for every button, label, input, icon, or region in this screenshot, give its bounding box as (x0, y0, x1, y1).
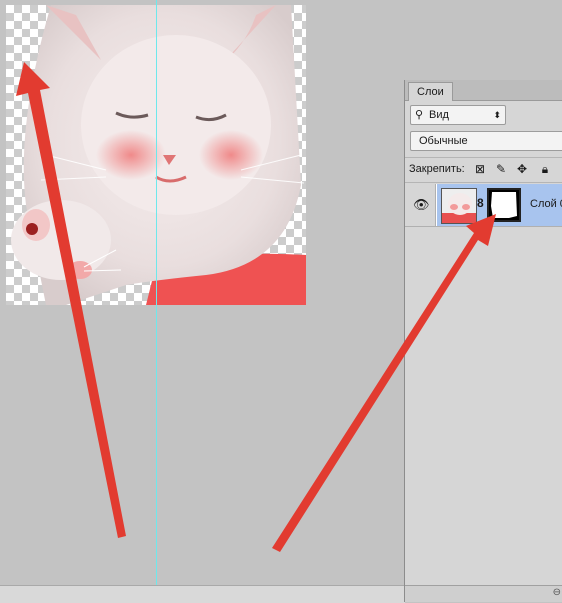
arrow-to-canvas (16, 62, 126, 538)
annotation-arrows (16, 62, 496, 552)
arrow-to-mask (272, 214, 496, 552)
